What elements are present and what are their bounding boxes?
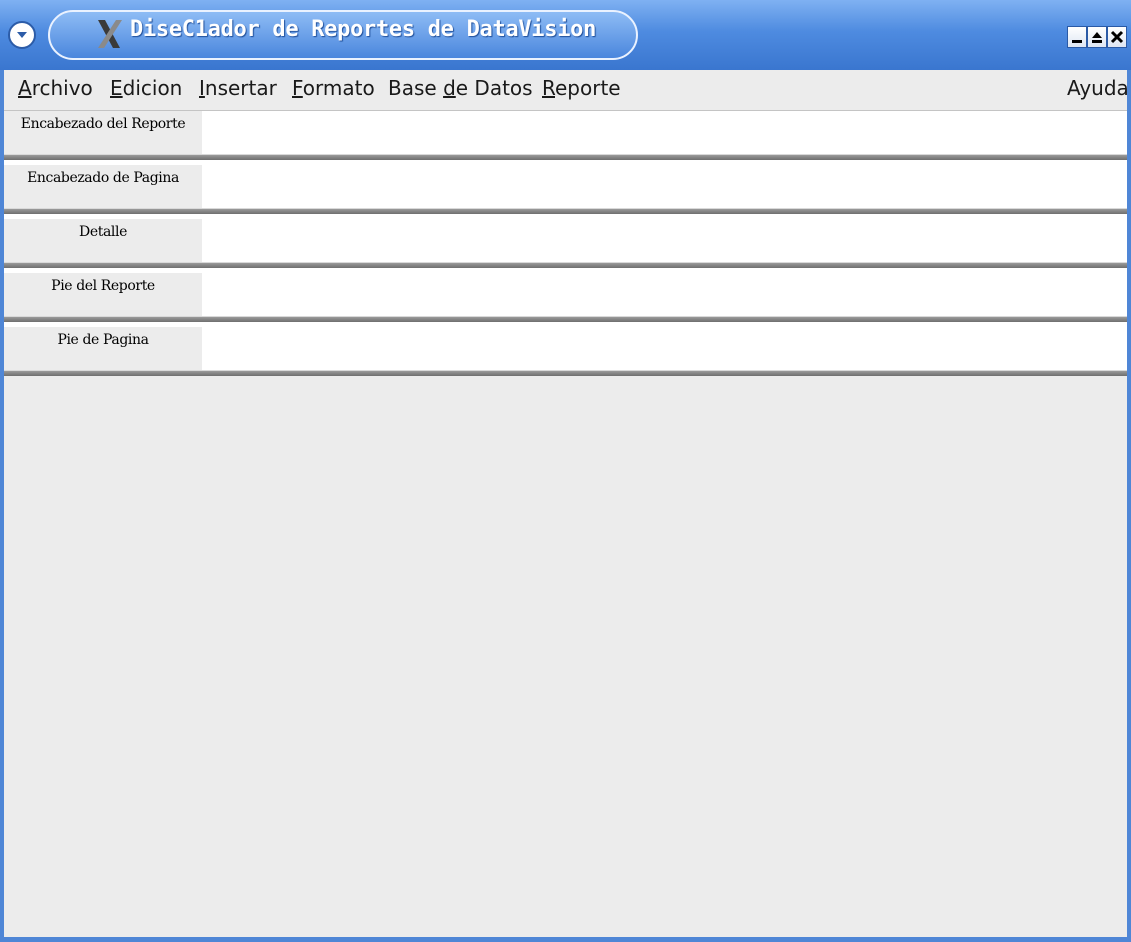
band-drop-area[interactable] [202, 327, 1127, 370]
band-drop-area[interactable] [202, 165, 1127, 208]
band-page-footer: Pie de Pagina [4, 327, 1127, 381]
window-menu-button[interactable] [8, 21, 36, 49]
designer-canvas[interactable] [4, 381, 1127, 937]
band-label: Encabezado del Reporte [4, 111, 202, 154]
band-detail: Detalle [4, 219, 1127, 273]
band-drop-area[interactable] [202, 111, 1127, 154]
menu-insertar[interactable]: Insertar [199, 76, 277, 100]
band-report-footer: Pie del Reporte [4, 273, 1127, 327]
x-logo-icon [98, 20, 122, 48]
band-label: Detalle [4, 219, 202, 262]
menu-archivo[interactable]: Archivo [18, 76, 93, 100]
close-button[interactable] [1107, 26, 1127, 48]
menu-edicion[interactable]: Edicion [110, 76, 182, 100]
band-label: Pie de Pagina [4, 327, 202, 370]
menu-reporte[interactable]: Reporte [542, 76, 621, 100]
report-bands: Encabezado del Reporte Encabezado de Pag… [4, 111, 1127, 381]
band-resize-handle[interactable] [4, 370, 1127, 376]
designer-window: DiseC1ador de Reportes de DataVision Arc… [0, 0, 1131, 942]
band-drop-area[interactable] [202, 219, 1127, 262]
chevron-down-icon [17, 32, 27, 38]
band-drop-area[interactable] [202, 273, 1127, 316]
menu-base-de-datos[interactable]: Base de Datos [388, 76, 533, 100]
minimize-icon [1072, 40, 1082, 43]
maximize-icon [1092, 32, 1102, 43]
close-icon [1110, 30, 1124, 44]
window-title: DiseC1ador de Reportes de DataVision [130, 17, 597, 42]
menu-formato[interactable]: Formato [292, 76, 375, 100]
band-label: Pie del Reporte [4, 273, 202, 316]
maximize-button[interactable] [1087, 26, 1107, 48]
menu-ayuda[interactable]: Ayuda [1067, 76, 1129, 100]
band-report-header: Encabezado del Reporte [4, 111, 1127, 165]
band-label: Encabezado de Pagina [4, 165, 202, 208]
band-page-header: Encabezado de Pagina [4, 165, 1127, 219]
minimize-button[interactable] [1067, 26, 1087, 48]
menu-bar: Archivo Edicion Insertar Formato Base de… [4, 70, 1129, 111]
title-bar[interactable]: DiseC1ador de Reportes de DataVision [0, 0, 1131, 70]
